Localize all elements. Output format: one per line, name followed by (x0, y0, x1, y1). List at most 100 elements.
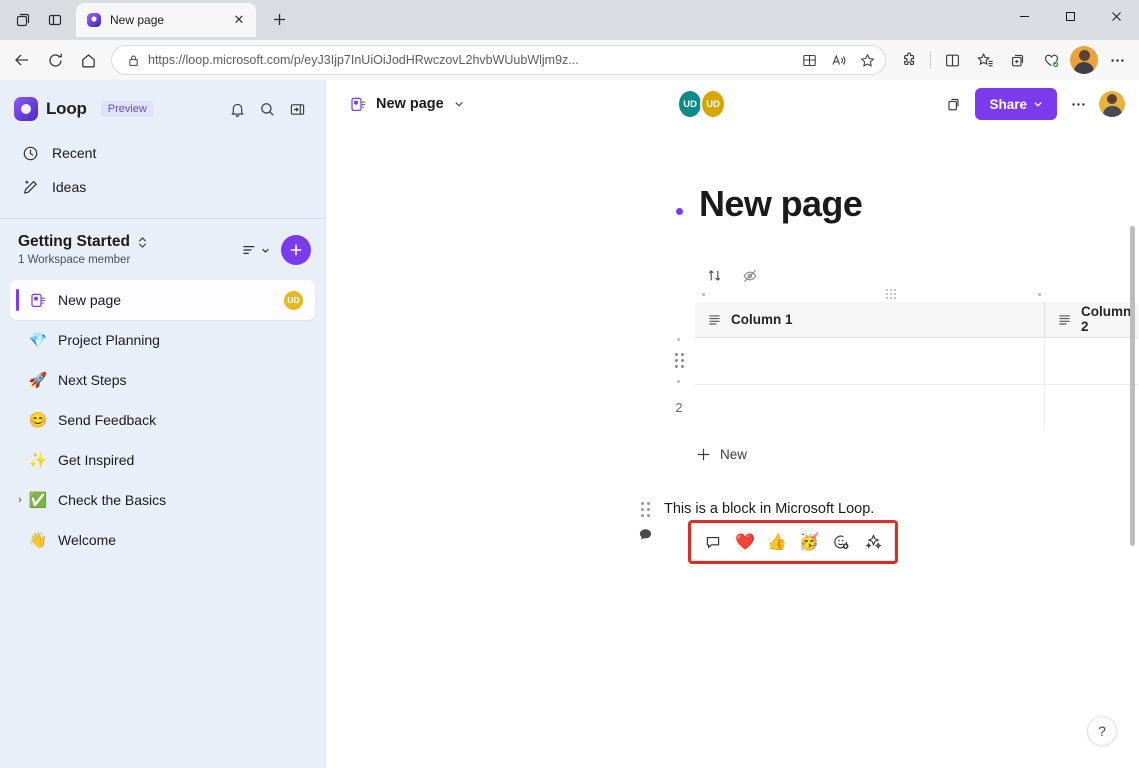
browser-tab[interactable]: New page ✕ (76, 3, 256, 37)
collaborator-avatars: UD UD (677, 89, 727, 119)
page-presence-badge: UD (284, 290, 303, 310)
column-marker-dot (1038, 292, 1041, 296)
sidebar-page-welcome[interactable]: 👋 Welcome (10, 520, 315, 560)
comment-bubble-icon[interactable] (638, 527, 653, 542)
read-aloud-icon[interactable] (824, 47, 852, 73)
chevron-updown-icon[interactable] (137, 236, 148, 249)
browser-essentials-icon[interactable] (1035, 45, 1067, 75)
address-bar[interactable]: https://loop.microsoft.com/p/eyJ3Ijp7InU… (111, 45, 886, 75)
sidebar-item-label: Ideas (52, 179, 87, 195)
tab-strip: New page ✕ (0, 0, 294, 40)
settings-and-more-icon[interactable] (1101, 45, 1133, 75)
gem-icon: 💎 (28, 332, 48, 349)
workspace-title: Getting Started (18, 233, 130, 250)
close-icon[interactable]: ✕ (230, 11, 248, 29)
table-row-handle[interactable] (664, 337, 694, 384)
sidebar-page-label: Send Feedback (58, 412, 157, 428)
table-cell[interactable] (695, 337, 1045, 385)
vertical-scrollbar[interactable] (1127, 176, 1137, 768)
thumbs-up-reaction-icon[interactable]: 👍 (763, 528, 791, 556)
app-body: Loop Preview Recent Ideas Getting Starte… (0, 80, 1139, 768)
hide-columns-icon[interactable] (740, 266, 760, 286)
add-favorite-star-icon[interactable] (853, 47, 881, 73)
copy-link-icon[interactable] (939, 89, 969, 119)
share-label: Share (989, 96, 1027, 112)
extensions-icon[interactable] (893, 45, 925, 75)
chevron-right-icon[interactable]: › (12, 494, 28, 506)
workspace-title-row[interactable]: Getting Started (18, 233, 238, 251)
refresh-icon[interactable] (39, 45, 71, 75)
drag-handle-icon[interactable] (641, 501, 650, 517)
collapse-sidebar-icon[interactable] (283, 95, 311, 123)
sidebar-page-new-page[interactable]: New page UD (10, 280, 315, 320)
tab-list-icon[interactable] (40, 5, 70, 35)
drag-handle-icon[interactable] (674, 352, 684, 368)
scrollbar-thumb[interactable] (1130, 226, 1135, 546)
home-icon[interactable] (72, 45, 104, 75)
close-window-button[interactable] (1093, 0, 1139, 32)
table-column-header[interactable]: Column 2 (1044, 301, 1138, 338)
main-content: New page UD UD Share New page 2 Column 1… (326, 80, 1139, 768)
sidebar-page-label: Welcome (58, 532, 117, 548)
text-column-icon (1057, 312, 1072, 327)
table-row (695, 384, 1138, 431)
sparkle-reaction-icon[interactable] (859, 528, 887, 556)
add-reaction-icon[interactable] (827, 528, 855, 556)
help-icon[interactable]: ? (1087, 716, 1117, 746)
add-page-icon[interactable] (281, 235, 311, 265)
party-face-reaction-icon[interactable]: 🥳 (795, 528, 823, 556)
new-tab-icon[interactable] (264, 4, 294, 34)
minimize-button[interactable] (1001, 0, 1047, 32)
split-screen-icon[interactable] (936, 45, 968, 75)
chevron-down-icon[interactable] (454, 99, 464, 109)
heart-reaction-icon[interactable]: ❤️ (731, 528, 759, 556)
reaction-toolbar: ❤️ 👍 🥳 (691, 522, 895, 561)
document-title-row: New page (664, 180, 1139, 229)
table-row-number[interactable]: 2 (664, 384, 694, 431)
preview-badge: Preview (100, 101, 154, 117)
sidebar-page-get-inspired[interactable]: ✨ Get Inspired (10, 440, 315, 480)
maximize-button[interactable] (1047, 0, 1093, 32)
tab-workspaces-icon[interactable] (8, 5, 38, 35)
table-block: 2 Column 1 Column 2 New (664, 263, 1139, 468)
sidebar-page-project-planning[interactable]: 💎 Project Planning (10, 320, 315, 360)
notifications-bell-icon[interactable] (223, 95, 251, 123)
pencil-sparkle-icon (20, 179, 40, 196)
sidebar-page-send-feedback[interactable]: 😊 Send Feedback (10, 400, 315, 440)
table-column-header[interactable]: Column 1 (695, 301, 1045, 338)
loop-page-icon (348, 96, 368, 113)
add-table-row-button[interactable]: New (694, 442, 753, 468)
account-avatar (1070, 46, 1098, 74)
column-marker-dot (702, 292, 705, 296)
back-arrow-icon[interactable] (6, 45, 38, 75)
share-button[interactable]: Share (975, 88, 1057, 120)
account-avatar[interactable] (1099, 91, 1125, 117)
search-icon[interactable] (253, 95, 281, 123)
table-drag-grip[interactable] (886, 288, 898, 299)
sort-list-icon[interactable] (238, 236, 273, 264)
sidebar-item-ideas[interactable]: Ideas (10, 170, 315, 204)
collections-icon[interactable] (1002, 45, 1034, 75)
site-information-icon[interactable] (124, 54, 142, 67)
more-options-icon[interactable] (1063, 89, 1093, 119)
block-handles (638, 499, 653, 542)
sidebar-page-check-the-basics[interactable]: › ✅ Check the Basics (10, 480, 315, 520)
workspace-title-wrap: Getting Started 1 Workspace member (18, 233, 238, 266)
table-cell[interactable] (1044, 337, 1138, 385)
table-cell[interactable] (1044, 384, 1138, 431)
profile-avatar[interactable] (1068, 45, 1100, 75)
sort-table-icon[interactable] (704, 266, 724, 286)
toolbar-divider (930, 51, 931, 69)
collaborator-avatar[interactable]: UD (700, 89, 727, 119)
paragraph-text[interactable]: This is a block in Microsoft Loop. (664, 498, 874, 520)
workspace-actions (238, 233, 311, 265)
split-screen-icon[interactable] (795, 47, 823, 73)
sidebar-page-next-steps[interactable]: 🚀 Next Steps (10, 360, 315, 400)
favorites-icon[interactable] (969, 45, 1001, 75)
loop-favicon (86, 12, 102, 28)
page-title-header[interactable]: New page (376, 96, 444, 112)
table-cell[interactable] (695, 384, 1045, 431)
add-comment-icon[interactable] (699, 528, 727, 556)
page-title[interactable]: New page (699, 180, 863, 229)
sidebar-item-recent[interactable]: Recent (10, 136, 315, 170)
